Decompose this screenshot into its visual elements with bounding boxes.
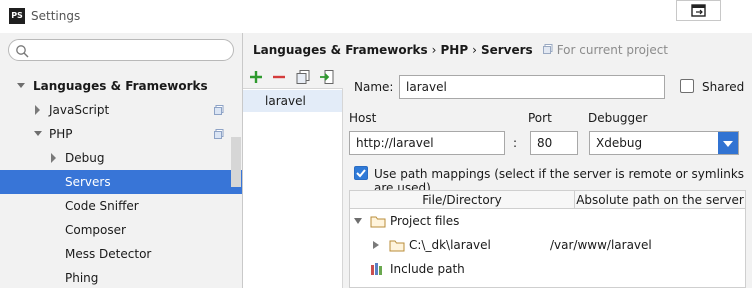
sidebar-item-label: Mess Detector — [65, 247, 152, 261]
collapsed-arrow-icon — [373, 241, 379, 249]
shared-checkbox[interactable] — [680, 79, 694, 93]
sidebar-item-javascript[interactable]: JavaScript — [0, 98, 242, 122]
table-row-project-files[interactable]: Project files — [350, 209, 745, 233]
sidebar-item-label: JavaScript — [49, 103, 110, 117]
phpstorm-app-icon: PS — [9, 8, 25, 24]
add-server-icon[interactable] — [248, 69, 264, 85]
search-icon — [16, 45, 29, 58]
restore-window-icon — [691, 4, 706, 17]
sidebar-item-label: Debug — [65, 151, 105, 165]
window-title: Settings — [31, 9, 81, 23]
debugger-selected-value: Xdebug — [596, 136, 643, 150]
dropdown-button[interactable] — [718, 132, 738, 154]
sidebar-item-label: Code Sniffer — [65, 199, 139, 213]
sidebar-scrollbar[interactable] — [231, 137, 241, 187]
folder-icon — [389, 240, 405, 252]
expanded-arrow-icon — [17, 83, 25, 88]
chevron-down-icon — [723, 141, 733, 147]
servers-settings-panel: Languages & Frameworks › PHP › Servers For c… — [243, 33, 752, 288]
import-server-icon[interactable] — [319, 69, 335, 85]
sidebar-item-languages-frameworks[interactable]: Languages & Frameworks — [0, 74, 242, 98]
server-list-toolbar — [243, 65, 343, 89]
sidebar-item-composer[interactable]: Composer — [0, 218, 242, 242]
shared-label: Shared — [702, 80, 745, 94]
breadcrumb-languages-frameworks: Languages & Frameworks — [253, 43, 428, 57]
project-scope-icon — [542, 44, 553, 54]
project-scope-icon — [214, 105, 224, 115]
collapsed-arrow-icon — [51, 153, 56, 163]
library-icon — [371, 263, 382, 275]
scope-note: For current project — [542, 43, 669, 57]
sidebar-item-code-sniffer[interactable]: Code Sniffer — [0, 194, 242, 218]
sidebar-item-label: Languages & Frameworks — [33, 79, 208, 93]
name-label: Name: — [354, 80, 394, 94]
expanded-arrow-icon — [34, 131, 42, 136]
sidebar-item-servers[interactable]: Servers — [0, 170, 242, 194]
breadcrumb-php: PHP — [440, 43, 469, 57]
name-field[interactable]: laravel — [399, 75, 665, 99]
debugger-label: Debugger — [588, 111, 648, 125]
port-label: Port — [528, 111, 552, 125]
table-row-include-path[interactable]: Include path — [350, 257, 745, 281]
sidebar-item-label: Composer — [65, 223, 126, 237]
sidebar-item-php[interactable]: PHP — [0, 122, 242, 146]
breadcrumb: Languages & Frameworks › PHP › Servers For c… — [253, 43, 668, 57]
table-row-mapping[interactable]: C:\_dk\laravel /var/www/laravel — [350, 233, 745, 257]
column-header-server-path[interactable]: Absolute path on the server — [575, 191, 745, 209]
breadcrumb-separator: › — [472, 43, 477, 57]
sidebar-item-label: PHP — [49, 127, 73, 141]
host-port-separator: : — [513, 136, 518, 150]
sidebar-item-debug[interactable]: Debug — [0, 146, 242, 170]
collapsed-arrow-icon — [35, 105, 40, 115]
project-scope-icon — [214, 129, 224, 139]
server-path[interactable]: /var/www/laravel — [550, 233, 652, 257]
checkmark-icon — [356, 169, 366, 178]
window-control-button[interactable] — [676, 0, 721, 21]
local-directory: C:\_dk\laravel — [409, 238, 491, 252]
breadcrumb-servers: Servers — [480, 43, 533, 57]
scope-note-label: For current project — [556, 43, 669, 57]
folder-icon — [370, 216, 386, 228]
remove-server-icon[interactable] — [271, 69, 287, 85]
path-mappings-table: File/Directory Absolute path on the serv… — [349, 190, 746, 288]
project-files-label: Project files — [390, 214, 460, 228]
server-list-item[interactable]: laravel — [243, 90, 342, 112]
sidebar-item-mess-detector[interactable]: Mess Detector — [0, 242, 242, 266]
settings-search-input[interactable] — [8, 39, 234, 61]
settings-sidebar: Languages & Frameworks JavaScript PHP De… — [0, 33, 242, 288]
sidebar-item-label: Servers — [65, 175, 111, 189]
debugger-select[interactable]: Xdebug — [589, 131, 739, 155]
port-field[interactable]: 80 — [530, 131, 578, 155]
title-bar: PS Settings — [0, 0, 752, 33]
include-path-label: Include path — [390, 262, 465, 276]
column-header-file-directory[interactable]: File/Directory — [350, 191, 575, 209]
copy-server-icon[interactable] — [295, 69, 311, 85]
breadcrumb-separator: › — [431, 43, 437, 57]
server-list: laravel — [243, 65, 343, 288]
host-field[interactable]: http://laravel — [349, 131, 505, 155]
use-path-mappings-checkbox[interactable] — [354, 166, 368, 180]
expanded-arrow-icon — [354, 218, 362, 224]
sidebar-item-phing[interactable]: Phing — [0, 266, 242, 288]
sidebar-item-label: Phing — [65, 271, 99, 285]
host-label: Host — [349, 111, 377, 125]
